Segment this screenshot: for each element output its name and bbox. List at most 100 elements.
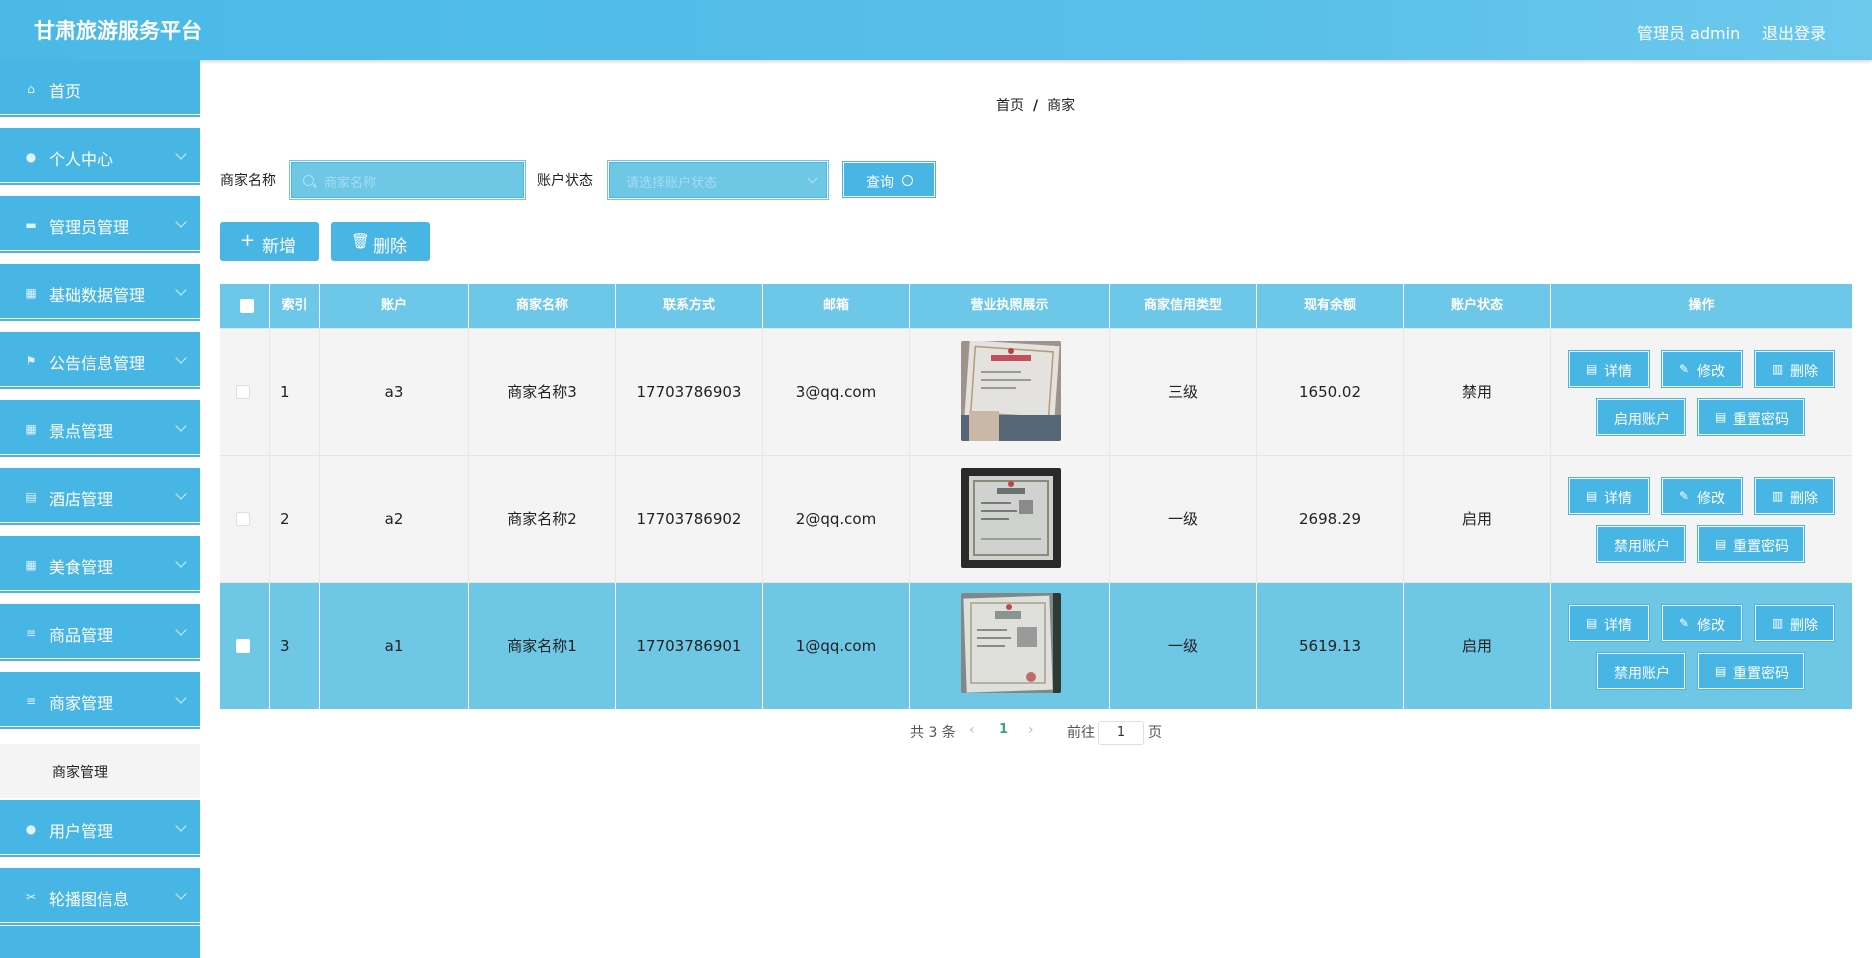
select-all-cell <box>220 284 270 328</box>
merchant-name-label: 商家名称 <box>220 173 276 189</box>
table-row: 1 a3 商家名称3 17703786903 3@qq.com 三级 1650.… <box>220 328 1852 456</box>
row-delete-button[interactable]: ▥ 删除 <box>1754 604 1835 642</box>
edit-icon: ✎ <box>1679 489 1690 503</box>
reset-password-button[interactable]: ▤ 重置密码 <box>1697 525 1805 563</box>
row-select-cell <box>220 583 270 710</box>
row-delete-button[interactable]: ▥ 删除 <box>1754 477 1835 515</box>
cell-phone: 17703786901 <box>616 583 763 710</box>
row-select-cell <box>220 329 270 456</box>
edit-icon: ✎ <box>1679 616 1690 630</box>
cell-account: a1 <box>320 583 469 710</box>
row-delete-button-label: 删除 <box>1790 618 1818 634</box>
edit-button[interactable]: ✎ 修改 <box>1661 477 1743 515</box>
toggle-account-button[interactable]: 禁用账户 <box>1596 525 1686 563</box>
toggle-account-button[interactable]: 禁用账户 <box>1596 652 1686 690</box>
user-icon: ● <box>25 150 37 164</box>
sidebar-item-label: 个人中心 <box>49 150 114 169</box>
chevron-down-icon <box>175 488 187 500</box>
document-icon: ▤ <box>1586 489 1598 503</box>
reset-password-button[interactable]: ▤ 重置密码 <box>1697 398 1805 436</box>
breadcrumb-current: 商家 <box>1047 98 1076 114</box>
row-delete-button[interactable]: ▥ 删除 <box>1754 350 1835 388</box>
row-select-cell <box>220 456 270 583</box>
goto-label: 前往 <box>1067 725 1095 741</box>
next-page-icon[interactable]: › <box>1028 722 1034 738</box>
sidebar-item-carousel[interactable]: ✂ 轮播图信息 <box>0 868 200 926</box>
detail-button[interactable]: ▤ 详情 <box>1568 477 1650 515</box>
sidebar-item-home[interactable]: ⌂ 首页 <box>0 60 200 118</box>
cell-balance: 1650.02 <box>1257 329 1404 456</box>
sidebar-item-profile[interactable]: ● 个人中心 <box>0 128 200 186</box>
trash-icon: 🗑 <box>351 232 371 250</box>
detail-button[interactable]: ▤ 详情 <box>1568 350 1650 388</box>
toggle-account-button[interactable]: 启用账户 <box>1596 398 1686 436</box>
add-button[interactable]: + 新增 <box>220 222 319 261</box>
prev-page-icon[interactable]: ‹ <box>969 722 975 738</box>
sidebar-item-label: 景点管理 <box>49 422 114 441</box>
business-license-image[interactable] <box>961 341 1061 441</box>
account-status-select[interactable]: 请选择账户状态 <box>607 160 829 200</box>
toggle-account-button-label: 禁用账户 <box>1614 666 1670 682</box>
column-header: 联系方式 <box>616 284 763 328</box>
detail-button-label: 详情 <box>1604 618 1632 634</box>
breadcrumb-home[interactable]: 首页 <box>996 98 1024 114</box>
merchant-name-placeholder: 商家名称 <box>324 176 377 191</box>
row-checkbox[interactable] <box>236 639 250 653</box>
sidebar-subitem-merchant-management[interactable]: 商家管理 <box>0 744 200 798</box>
clipboard-icon: ▤ <box>25 490 37 504</box>
document-icon: ▤ <box>1586 616 1598 630</box>
cell-merchant-name: 商家名称3 <box>469 329 616 456</box>
reset-password-button[interactable]: ▤ 重置密码 <box>1697 652 1805 690</box>
cell-merchant-name: 商家名称1 <box>469 583 616 710</box>
current-user: 管理员 admin <box>1637 24 1741 43</box>
sidebar-item-food[interactable]: ▦ 美食管理 <box>0 536 200 594</box>
sidebar-item-users[interactable]: ● 用户管理 <box>0 800 200 858</box>
breadcrumb-separator: / <box>1033 98 1039 114</box>
home-icon: ⌂ <box>27 82 35 96</box>
sidebar-item-notices[interactable]: ⚑ 公告信息管理 <box>0 332 200 390</box>
edit-button[interactable]: ✎ 修改 <box>1661 604 1743 642</box>
business-license-image[interactable] <box>961 593 1061 693</box>
merchant-name-input[interactable]: 商家名称 <box>289 160 526 200</box>
detail-button-label: 详情 <box>1604 491 1632 507</box>
grid-icon: ▦ <box>25 286 37 300</box>
query-button[interactable]: 查询 <box>842 161 936 198</box>
row-checkbox[interactable] <box>236 512 250 526</box>
row-delete-button-label: 删除 <box>1790 491 1818 507</box>
chevron-down-icon <box>175 284 187 296</box>
cell-email: 1@qq.com <box>763 583 910 710</box>
cell-status: 启用 <box>1404 456 1551 583</box>
edit-button[interactable]: ✎ 修改 <box>1661 350 1743 388</box>
column-header: 账户状态 <box>1404 284 1551 328</box>
logout-link[interactable]: 退出登录 <box>1762 20 1826 44</box>
table-row: 3 a1 商家名称1 17703786901 1@qq.com 一级 5619.… <box>220 582 1852 710</box>
sidebar-item-admins[interactable]: ▬ 管理员管理 <box>0 196 200 254</box>
detail-button[interactable]: ▤ 详情 <box>1568 604 1650 642</box>
app-title: 甘肃旅游服务平台 <box>34 19 202 43</box>
column-header: 营业执照展示 <box>910 284 1110 328</box>
chevron-down-icon <box>175 692 187 704</box>
sidebar-item-goods[interactable]: ≡ 商品管理 <box>0 604 200 662</box>
cell-operations <box>1551 583 1852 710</box>
sidebar-item-base-data[interactable]: ▦ 基础数据管理 <box>0 264 200 322</box>
cell-operations <box>1551 329 1852 456</box>
select-all-checkbox[interactable] <box>240 299 254 313</box>
sidebar-item-merchants[interactable]: ≡ 商家管理 <box>0 672 200 730</box>
column-header: 商家信用类型 <box>1110 284 1257 328</box>
goto-page-input[interactable]: 1 <box>1098 721 1144 745</box>
trash-icon: ▥ <box>1772 362 1784 376</box>
business-license-image[interactable] <box>961 468 1061 568</box>
cell-credit-type: 一级 <box>1110 583 1257 710</box>
reset-password-button-label: 重置密码 <box>1733 666 1789 682</box>
account-status-label: 账户状态 <box>537 173 593 189</box>
pagination-total: 共 3 条 <box>910 725 956 741</box>
cell-phone: 17703786902 <box>616 456 763 583</box>
sidebar-item-hotels[interactable]: ▤ 酒店管理 <box>0 468 200 526</box>
page-number-current[interactable]: 1 <box>999 722 1008 737</box>
grid-icon: ▦ <box>25 422 37 436</box>
document-icon: ▤ <box>1715 664 1727 678</box>
row-checkbox[interactable] <box>236 385 250 399</box>
sidebar-item-attractions[interactable]: ▦ 景点管理 <box>0 400 200 458</box>
grid-icon: ▦ <box>25 558 37 572</box>
delete-button[interactable]: 🗑 删除 <box>331 222 430 261</box>
